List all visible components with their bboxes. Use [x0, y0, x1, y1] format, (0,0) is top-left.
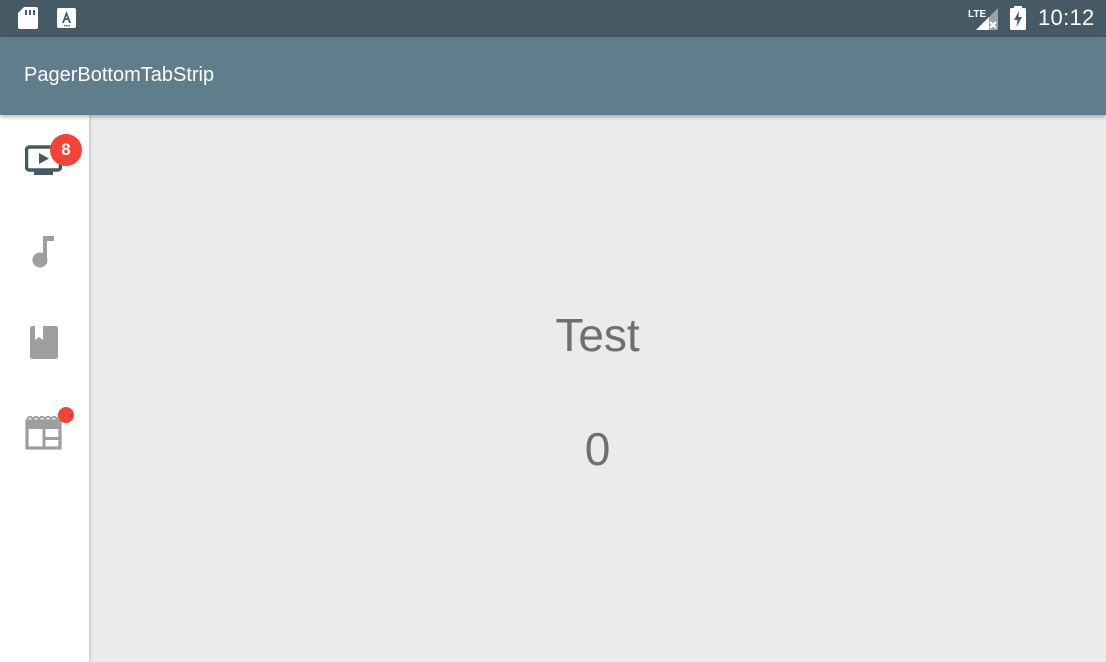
tab-book[interactable]: [0, 297, 89, 387]
book-icon: [30, 326, 58, 359]
tab-music[interactable]: [0, 205, 89, 295]
status-bar: LTE 10:12: [0, 0, 1106, 37]
app-bar: PagerBottomTabStrip: [0, 37, 1106, 115]
status-time: 10:12: [1038, 5, 1095, 30]
pager-content: Test 0: [89, 115, 1106, 662]
font-download-icon: [57, 8, 76, 28]
svg-text:LTE: LTE: [968, 9, 986, 20]
sd-card-icon: [18, 7, 38, 29]
content-count: 0: [584, 423, 611, 475]
signal-lte-icon: LTE: [968, 8, 998, 30]
tab-badge-dot: [58, 407, 74, 423]
newspaper-icon: [25, 416, 62, 450]
battery-charging-icon: [1010, 6, 1026, 30]
tab-tv[interactable]: 8: [0, 115, 89, 205]
tab-news[interactable]: [0, 387, 89, 477]
app-title: PagerBottomTabStrip: [24, 64, 215, 86]
music-note-icon: [32, 236, 54, 268]
screen: LTE 10:12 PagerBottomTabStrip 8 Test 0: [0, 0, 1106, 662]
content-title: Test: [555, 309, 640, 361]
tab-badge-count: 8: [50, 134, 82, 166]
tab-strip: 8: [0, 115, 89, 662]
